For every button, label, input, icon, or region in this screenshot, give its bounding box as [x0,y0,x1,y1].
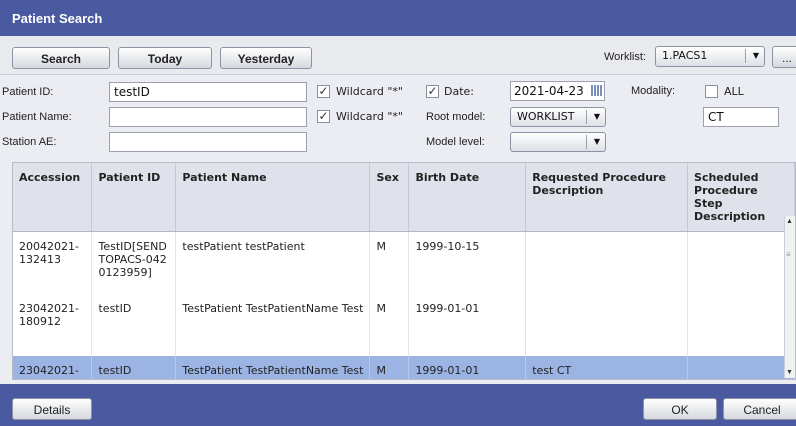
patient-id-label: Patient ID: [2,86,54,98]
details-button[interactable]: Details [12,398,92,420]
birth-date-cell: 1999-01-01 [408,355,527,379]
date-value: 2021-04-23 [514,84,584,98]
ok-button[interactable]: OK [643,398,717,420]
column-header[interactable]: Sex [369,163,410,232]
table-row[interactable]: 23042021-180912 testID TestPatient TestP… [13,293,795,356]
worklist-select[interactable]: 1.PACS1 ▼ [655,46,765,67]
chevron-down-icon: ▼ [593,137,600,146]
date-checkbox[interactable]: ✓ [426,85,439,98]
table-header-row: Accession Patient ID Patient Name Sex Bi… [13,163,795,232]
worklist-value: 1.PACS1 [662,49,708,62]
today-button[interactable]: Today [118,47,212,69]
vertical-scrollbar[interactable]: ▲ ≡ ▼ [784,216,795,378]
chevron-down-icon: ▼ [752,51,759,60]
patient-id-cell: testID [91,293,177,356]
model-level-label: Model level: [426,136,485,148]
modality-all-checkbox[interactable] [705,85,718,98]
select-separator [745,49,746,63]
sex-cell: M [369,231,410,294]
birth-date-cell: 1999-01-01 [408,293,527,356]
scroll-up-icon[interactable]: ▲ [786,218,793,225]
root-model-label: Root model: [426,111,486,123]
chevron-down-icon: ▼ [593,112,600,121]
column-header[interactable]: Patient ID [91,163,177,232]
patient-id-cell: TestID[SENDTOPACS-0420123959] [91,231,177,294]
accession-cell: 23042021-180912 [13,293,93,356]
scheduled-desc-cell [687,293,795,356]
column-header[interactable]: Birth Date [408,163,527,232]
root-model-value: WORKLIST [517,110,575,123]
window-title: Patient Search [12,11,103,26]
patient-id-cell: testID [91,355,177,379]
requested-desc-cell: test CT [525,355,689,379]
column-header[interactable]: Requested Procedure Description [525,163,689,232]
accession-cell: 20042021-132413 [13,231,93,294]
patient-name-cell: TestPatient TestPatientName Test [175,355,371,379]
calendar-icon[interactable] [591,85,602,96]
column-header[interactable]: Patient Name [175,163,371,232]
search-button[interactable]: Search [12,47,110,69]
title-bar: Patient Search [0,0,796,36]
patient-id-input[interactable]: testID [109,82,307,102]
cancel-button[interactable]: Cancel [723,398,796,420]
select-separator [586,135,587,149]
patient-name-label: Patient Name: [2,111,72,123]
patient-search-window: Patient Search Search Today Yesterday Wo… [0,0,796,426]
patient-name-cell: TestPatient TestPatientName Test [175,293,371,356]
date-input[interactable]: 2021-04-23 [510,81,605,101]
date-label: Date: [444,85,474,98]
root-model-select[interactable]: WORKLIST ▼ [510,107,606,127]
patient-name-cell: testPatient testPatient [175,231,371,294]
toolbar: Search Today Yesterday Worklist: 1.PACS1… [0,36,796,75]
requested-desc-cell [525,231,689,294]
scheduled-desc-cell [687,355,795,379]
select-separator [586,110,587,124]
scheduled-desc-cell [687,231,795,294]
table-row-selected[interactable]: 23042021-181549 testID TestPatient TestP… [13,355,795,379]
station-ae-label: Station AE: [2,136,57,148]
wildcard-id-checkbox[interactable]: ✓ [317,85,330,98]
column-header[interactable]: Scheduled Procedure Step Description [687,163,795,232]
birth-date-cell: 1999-10-15 [408,231,527,294]
wildcard-id-label: Wildcard "*" [336,85,403,98]
scroll-grip-icon[interactable]: ≡ [786,250,791,259]
results-grid: Accession Patient ID Patient Name Sex Bi… [12,162,796,380]
modality-input[interactable]: CT [703,107,779,127]
sex-cell: M [369,355,410,379]
model-level-select[interactable]: ▼ [510,132,606,152]
scroll-down-icon[interactable]: ▼ [786,369,793,376]
patient-name-input[interactable] [109,107,307,127]
yesterday-button[interactable]: Yesterday [220,47,312,69]
more-button[interactable]: ... [772,46,796,68]
wildcard-name-checkbox[interactable]: ✓ [317,110,330,123]
accession-cell: 23042021-181549 [13,355,93,379]
wildcard-name-label: Wildcard "*" [336,110,403,123]
requested-desc-cell [525,293,689,356]
table-row[interactable]: 20042021-132413 TestID[SENDTOPACS-042012… [13,231,795,294]
footer-bar: Details OK Cancel [0,384,796,426]
column-header[interactable]: Accession [13,163,93,232]
sex-cell: M [369,293,410,356]
search-form: Patient ID: testID Patient Name: Station… [0,75,796,160]
station-ae-input[interactable] [109,132,307,152]
modality-label: Modality: [631,85,676,97]
modality-all-label: ALL [724,85,744,98]
worklist-label: Worklist: [604,51,646,63]
results-table: Accession Patient ID Patient Name Sex Bi… [13,163,795,379]
